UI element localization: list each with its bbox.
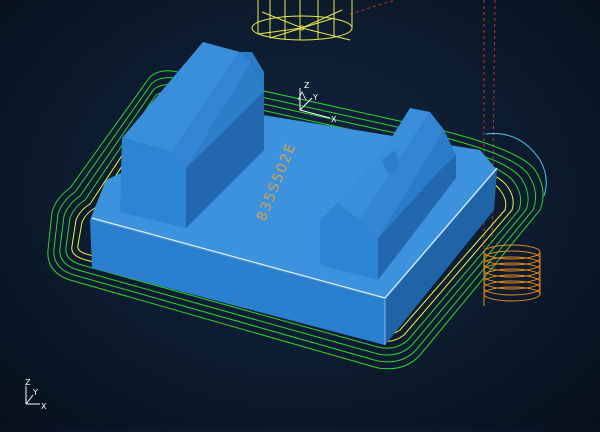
global-axis-x: X bbox=[41, 402, 47, 411]
workplane-axis-z: Z bbox=[304, 81, 310, 90]
part-model[interactable]: 835S502E bbox=[90, 42, 498, 345]
cad-viewport[interactable]: 835S502E Z Y X Z Y X bbox=[0, 0, 600, 428]
global-axis-z: Z bbox=[25, 378, 31, 387]
workplane-axis-y: Y bbox=[312, 93, 318, 102]
global-axis-y: Y bbox=[32, 388, 38, 397]
global-axis-triad: Z Y X bbox=[25, 378, 47, 411]
tool-wireframe[interactable] bbox=[251, 0, 353, 41]
viewport-canvas[interactable]: 835S502E Z Y X Z Y X bbox=[0, 0, 600, 428]
workplane-axis-x: X bbox=[331, 115, 337, 124]
helix-entry[interactable] bbox=[483, 244, 541, 306]
